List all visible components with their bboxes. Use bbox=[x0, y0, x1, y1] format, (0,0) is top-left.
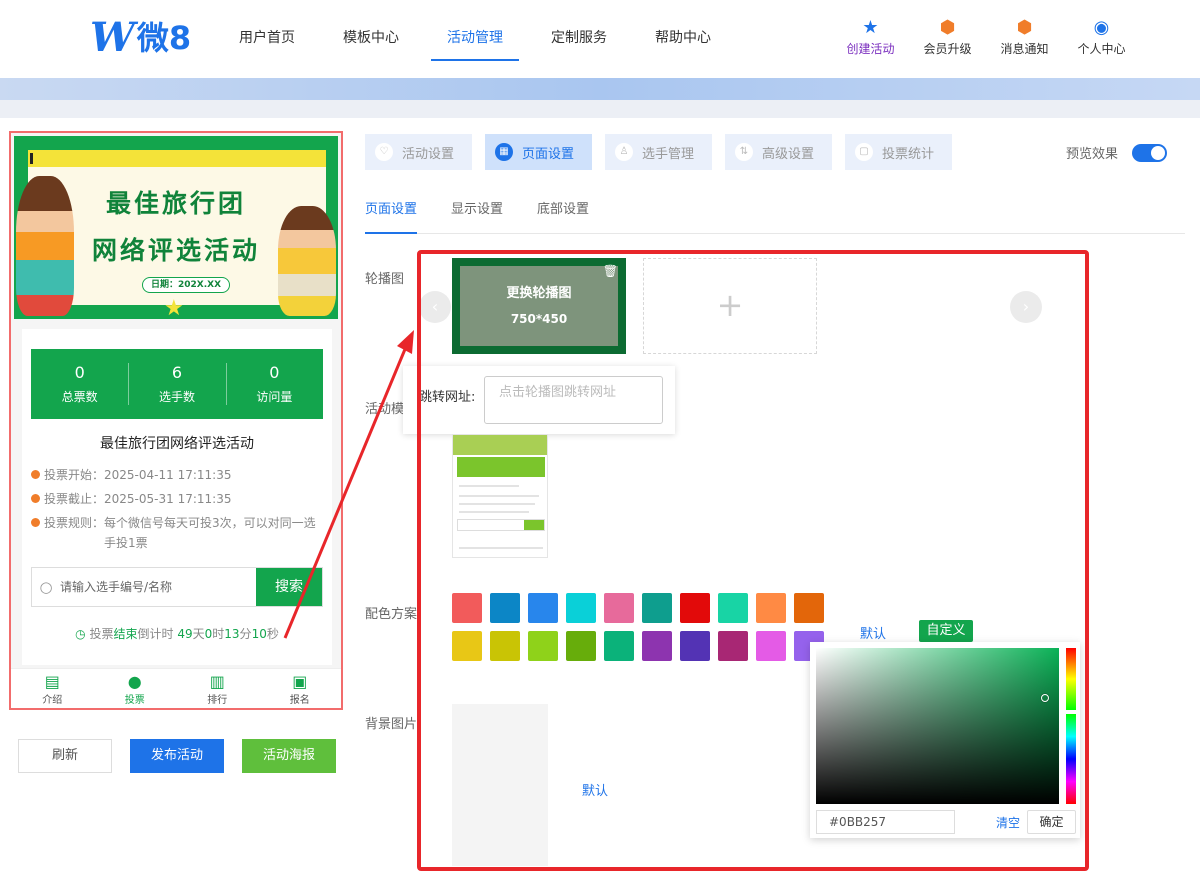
member-upgrade-label: 会员升级 bbox=[923, 42, 972, 56]
preview-switch[interactable] bbox=[1132, 143, 1168, 162]
activity-card: 0 总票数 6 选手数 0 访问量 最佳旅行团网络评选活动 投票开始： 2025… bbox=[22, 329, 332, 665]
subtab-display-settings[interactable]: 显示设置 bbox=[451, 198, 503, 234]
settings-subtabs: 页面设置 显示设置 底部设置 bbox=[365, 198, 1185, 234]
poster-title-line2: 网络评选活动 bbox=[91, 236, 260, 265]
user-icon: ◉ bbox=[1093, 17, 1110, 38]
profile-label: 个人中心 bbox=[1077, 42, 1126, 56]
contestant-search: ○ 请输入选手编号/名称 搜索 bbox=[31, 567, 323, 607]
preview-actions: 刷新 发布活动 活动海报 bbox=[18, 739, 354, 773]
publish-activity-button[interactable]: 发布活动 bbox=[130, 739, 224, 773]
stat-total-votes: 0 总票数 bbox=[61, 363, 98, 404]
step-activity-settings[interactable]: ♡ 活动设置 bbox=[365, 134, 472, 170]
activity-title: 最佳旅行团网络评选活动 bbox=[100, 436, 254, 452]
mobile-tabbar: ▤ 介绍 ● 投票 ▥ 排行 ▣ 报名 bbox=[11, 668, 341, 708]
notifications-label: 消息通知 bbox=[1000, 42, 1049, 56]
logo-text: 微8 bbox=[136, 19, 192, 57]
notifications-button[interactable]: ⬢ 消息通知 bbox=[986, 16, 1063, 57]
info-icon bbox=[31, 518, 40, 527]
search-input[interactable]: 请输入选手编号/名称 bbox=[60, 568, 256, 606]
main-nav: 用户首页 模板中心 活动管理 定制服务 帮助中心 bbox=[215, 0, 735, 78]
nav-home[interactable]: 用户首页 bbox=[215, 0, 319, 78]
heart-icon: ♡ bbox=[375, 143, 393, 161]
search-button[interactable]: 搜索 bbox=[256, 568, 322, 606]
star-icon: ★ bbox=[164, 296, 184, 319]
carousel-label: 轮播图 bbox=[365, 272, 405, 287]
vote-start-row: 投票开始： 2025-04-11 17:11:35 bbox=[31, 465, 321, 485]
tab-signup[interactable]: ▣ 报名 bbox=[259, 669, 342, 708]
signup-icon: ▣ bbox=[292, 672, 308, 691]
nav-activity-manage[interactable]: 活动管理 bbox=[423, 0, 527, 78]
template-label: 活动模 bbox=[365, 402, 405, 417]
tab-ranking[interactable]: ▥ 排行 bbox=[176, 669, 259, 708]
nav-templates[interactable]: 模板中心 bbox=[319, 0, 423, 78]
countdown: ◷ 投票结束倒计时 49天0时13分10秒 bbox=[75, 627, 279, 641]
subtab-page-settings[interactable]: 页面设置 bbox=[365, 198, 418, 234]
step-page-settings[interactable]: ▦ 页面设置 bbox=[485, 134, 592, 170]
create-activity-button[interactable]: ★ 创建活动 bbox=[832, 16, 909, 57]
calendar-icon: ▢ bbox=[855, 143, 873, 161]
mobile-preview: ★ 最佳旅行团 网络评选活动 日期：202X.XX 0 总票数 6 选手数 0 … bbox=[9, 131, 343, 710]
clock-icon bbox=[31, 494, 40, 503]
search-icon: ○ bbox=[39, 578, 53, 596]
poster-date: 日期：202X.XX bbox=[142, 277, 230, 293]
header-banner bbox=[0, 78, 1200, 118]
tab-vote[interactable]: ● 投票 bbox=[94, 669, 177, 708]
refresh-button[interactable]: 刷新 bbox=[18, 739, 112, 773]
step-advanced-settings[interactable]: ⇅ 高级设置 bbox=[725, 134, 832, 170]
top-header: W 微8 用户首页 模板中心 活动管理 定制服务 帮助中心 ★ 创建活动 ⬢ 会… bbox=[0, 0, 1200, 78]
logo-mark: W bbox=[90, 14, 135, 61]
step-contestant-manage[interactable]: ♙ 选手管理 bbox=[605, 134, 712, 170]
step-vote-stats[interactable]: ▢ 投票统计 bbox=[845, 134, 952, 170]
vote-end-row: 投票截止： 2025-05-31 17:11:35 bbox=[31, 489, 321, 509]
logo[interactable]: W 微8 bbox=[90, 18, 191, 58]
activity-poster: ★ 最佳旅行团 网络评选活动 日期：202X.XX bbox=[14, 136, 338, 319]
color-scheme-label: 配色方案 bbox=[365, 607, 418, 622]
poster-title-line1: 最佳旅行团 bbox=[105, 189, 246, 218]
sliders-icon: ⇅ bbox=[735, 143, 753, 161]
profile-button[interactable]: ◉ 个人中心 bbox=[1063, 16, 1140, 57]
preview-toggle-row: 预览效果 bbox=[1066, 143, 1168, 162]
preview-label: 预览效果 bbox=[1066, 147, 1119, 162]
background-image-label: 背景图片 bbox=[365, 717, 418, 732]
stat-visits: 0 访问量 bbox=[225, 349, 323, 419]
intro-icon: ▤ bbox=[44, 672, 60, 691]
crown-badge-icon: ⬢ bbox=[939, 17, 956, 38]
highlight-box bbox=[417, 250, 1089, 871]
clock-icon bbox=[31, 470, 40, 479]
tab-intro[interactable]: ▤ 介绍 bbox=[11, 669, 94, 708]
stats-bar: 0 总票数 6 选手数 0 访问量 bbox=[31, 349, 323, 419]
user-icon: ● bbox=[127, 672, 142, 691]
activity-poster-button[interactable]: 活动海报 bbox=[242, 739, 336, 773]
settings-steps: ♡ 活动设置 ▦ 页面设置 ♙ 选手管理 ⇅ 高级设置 ▢ 投票统计 bbox=[365, 134, 965, 170]
grid-icon: ▦ bbox=[495, 143, 513, 161]
nav-custom-service[interactable]: 定制服务 bbox=[527, 0, 631, 78]
member-upgrade-button[interactable]: ⬢ 会员升级 bbox=[909, 16, 986, 57]
nav-help[interactable]: 帮助中心 bbox=[631, 0, 735, 78]
bell-badge-icon: ⬢ bbox=[1016, 17, 1033, 38]
clock-icon: ◷ bbox=[75, 627, 86, 641]
subtab-footer-settings[interactable]: 底部设置 bbox=[537, 198, 589, 234]
vote-rule-row: 投票规则： 每个微信号每天可投3次，可以对同一选手投1票 bbox=[31, 513, 321, 553]
header-tools: ★ 创建活动 ⬢ 会员升级 ⬢ 消息通知 ◉ 个人中心 bbox=[832, 16, 1140, 57]
stat-contestants: 6 选手数 bbox=[128, 349, 225, 419]
star-icon: ★ bbox=[862, 17, 879, 38]
create-activity-label: 创建活动 bbox=[846, 42, 895, 56]
bar-chart-icon: ▥ bbox=[209, 672, 225, 691]
user-icon: ♙ bbox=[615, 143, 633, 161]
